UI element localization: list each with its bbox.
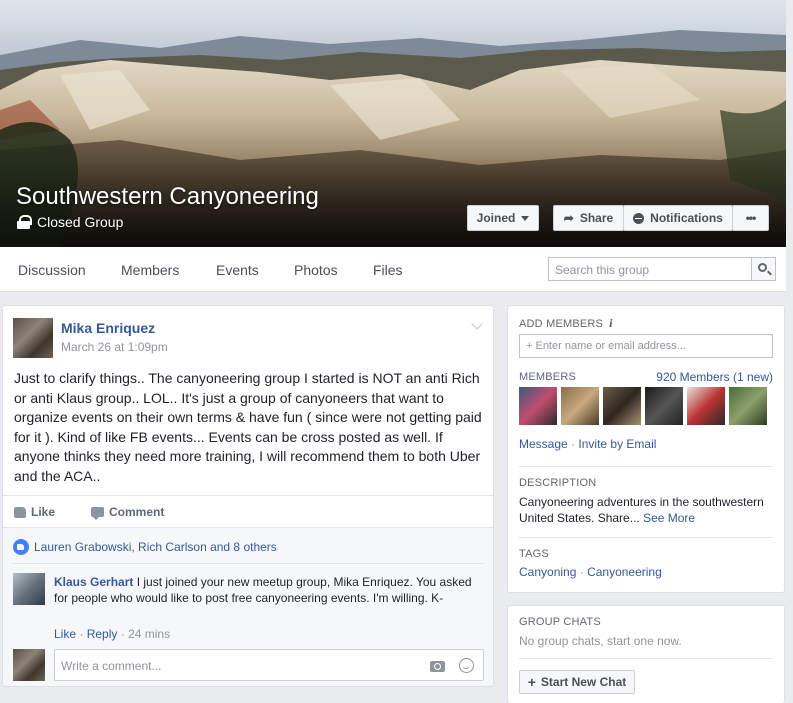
divider — [519, 537, 773, 538]
add-members-placeholder: + Enter name or email address... — [526, 340, 686, 352]
chevron-down-icon[interactable] — [471, 318, 483, 330]
divider — [519, 658, 773, 659]
member-thumbnail[interactable] — [561, 387, 599, 425]
post-actions: Like Comment — [3, 495, 493, 527]
comment-label: Comment — [109, 505, 165, 519]
tab-discussion[interactable]: Discussion — [18, 262, 86, 278]
emoji-icon[interactable] — [459, 658, 474, 673]
likes-summary-text: Lauren Grabowski, Rich Carlson and 8 oth… — [34, 540, 277, 554]
add-members-heading-text: ADD MEMBERS — [519, 318, 604, 330]
group-privacy: Closed Group — [17, 214, 123, 230]
member-thumbnails — [519, 387, 767, 425]
search-icon — [758, 263, 767, 272]
comment-reply-link[interactable]: Reply — [87, 627, 118, 641]
group-search-input[interactable]: Search this group — [548, 257, 776, 281]
comment-author[interactable]: Klaus Gerhart — [54, 575, 133, 589]
joined-button[interactable]: Joined — [467, 205, 539, 231]
comment-like-link[interactable]: Like — [54, 627, 76, 641]
group-chats-heading: GROUP CHATS — [519, 616, 601, 628]
author-avatar[interactable] — [13, 318, 53, 358]
camera-icon[interactable] — [430, 661, 445, 672]
member-thumbnail[interactable] — [729, 387, 767, 425]
privacy-label: Closed Group — [37, 214, 124, 230]
post-card: Mika Enriquez March 26 at 1:09pm Just to… — [2, 305, 494, 687]
group-chats-panel: GROUP CHATS No group chats, start one no… — [507, 605, 785, 703]
search-button[interactable] — [751, 258, 775, 280]
add-members-heading: ADD MEMBERS i — [519, 316, 613, 331]
divider — [519, 466, 773, 467]
start-chat-label: Start New Chat — [540, 675, 627, 689]
thumbs-up-icon — [14, 506, 26, 518]
member-actions: Message · Invite by Email — [519, 437, 657, 451]
description-heading: DESCRIPTION — [519, 477, 597, 489]
search-placeholder: Search this group — [555, 263, 650, 277]
info-icon[interactable]: i — [609, 316, 613, 331]
group-info-panel: ADD MEMBERS i + Enter name or email addre… — [507, 305, 785, 593]
member-thumbnail[interactable] — [519, 387, 557, 425]
caret-down-icon — [521, 215, 530, 221]
share-label: Share — [579, 211, 614, 225]
post-feedback: Lauren Grabowski, Rich Carlson and 8 oth… — [3, 527, 493, 686]
notifications-button[interactable]: Notifications — [623, 205, 733, 231]
write-comment-input[interactable]: Write a comment... — [54, 649, 484, 681]
invite-by-email-link[interactable]: Invite by Email — [578, 437, 656, 451]
members-heading: MEMBERS — [519, 371, 577, 383]
post-timestamp[interactable]: March 26 at 1:09pm — [61, 340, 168, 354]
see-more-link[interactable]: See More — [643, 511, 695, 525]
members-count-link[interactable]: 920 Members (1 new) — [656, 370, 773, 384]
start-new-chat-button[interactable]: + Start New Chat — [519, 670, 635, 694]
tag-canyoneering[interactable]: Canyoneering — [587, 565, 662, 579]
current-user-avatar — [13, 649, 45, 681]
member-thumbnail[interactable] — [603, 387, 641, 425]
notifications-icon — [633, 212, 645, 224]
comment-time[interactable]: 24 mins — [128, 627, 170, 641]
tab-files[interactable]: Files — [373, 262, 403, 278]
tab-photos[interactable]: Photos — [294, 262, 338, 278]
lock-icon — [17, 215, 32, 229]
comment-placeholder: Write a comment... — [61, 659, 162, 673]
post-text: Just to clarify things.. The canyoneerin… — [14, 370, 482, 484]
comment: Klaus Gerhart I just joined your new mee… — [54, 574, 484, 606]
comment-button[interactable]: Comment — [91, 505, 165, 520]
cover-photo: Southwestern Canyoneering Closed Group J… — [0, 0, 786, 247]
group-name[interactable]: Southwestern Canyoneering — [16, 183, 319, 211]
joined-label: Joined — [476, 211, 516, 225]
tag-canyoning[interactable]: Canyoning — [519, 565, 576, 579]
no-chats-text: No group chats, start one now. — [519, 634, 682, 648]
post-author[interactable]: Mika Enriquez — [61, 320, 155, 336]
comment-meta: Like · Reply · 24 mins — [54, 627, 171, 641]
group-description: Canyoneering adventures in the southwest… — [519, 494, 777, 526]
share-arrow-icon: ➦ — [563, 211, 574, 225]
group-tab-bar: Discussion Members Events Photos Files S… — [0, 247, 786, 292]
more-options-button[interactable]: ••• — [732, 205, 769, 231]
plus-icon: + — [527, 674, 536, 690]
tab-members[interactable]: Members — [121, 262, 179, 278]
tags-heading: TAGS — [519, 548, 549, 560]
tab-events[interactable]: Events — [216, 262, 259, 278]
add-members-input[interactable]: + Enter name or email address... — [519, 334, 773, 358]
comment-bubble-icon — [91, 507, 104, 520]
likes-summary[interactable]: Lauren Grabowski, Rich Carlson and 8 oth… — [13, 539, 277, 555]
divider — [13, 563, 483, 564]
share-button[interactable]: ➦ Share — [553, 205, 624, 231]
commenter-avatar[interactable] — [13, 573, 45, 605]
member-thumbnail[interactable] — [645, 387, 683, 425]
like-button[interactable]: Like — [14, 505, 55, 519]
like-badge-icon — [13, 539, 29, 555]
like-label: Like — [31, 505, 56, 519]
member-thumbnail[interactable] — [687, 387, 725, 425]
notifications-label: Notifications — [650, 211, 723, 225]
description-text: Canyoneering adventures in the southwest… — [519, 495, 764, 525]
message-link[interactable]: Message — [519, 437, 568, 451]
group-tags: Canyoning · Canyoneering — [519, 565, 662, 579]
